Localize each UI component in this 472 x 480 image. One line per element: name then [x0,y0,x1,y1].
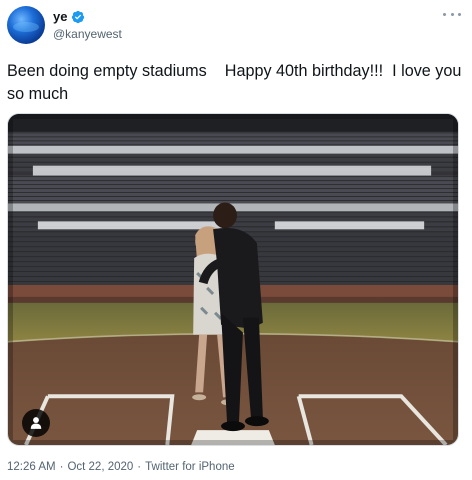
stadium-photo [8,114,458,445]
tweet-photo[interactable] [7,113,459,446]
tweet-text: Been doing empty stadiums Happy 40th bir… [7,62,466,103]
tweet-source[interactable]: Twitter for iPhone [145,461,234,473]
verified-badge-icon [72,10,85,23]
author-handle[interactable]: @kanyewest [53,27,122,41]
tweet-time[interactable]: 12:26 AM [7,461,56,473]
meta-separator: · [137,461,142,473]
avatar[interactable] [7,6,45,44]
author-name-row[interactable]: ye [53,9,85,24]
meta-separator: · [59,461,64,473]
tweet-card: ye @kanyewest Been doing empty stadiums … [0,0,472,480]
author-display-name[interactable]: ye [53,9,67,24]
more-options-icon[interactable] [443,8,461,20]
tweet-date[interactable]: Oct 22, 2020 [67,461,133,473]
tweet-metadata: 12:26 AM · Oct 22, 2020 · Twitter for iPhone [7,461,235,473]
tagged-people-button[interactable] [22,409,50,437]
person-icon [30,417,42,429]
